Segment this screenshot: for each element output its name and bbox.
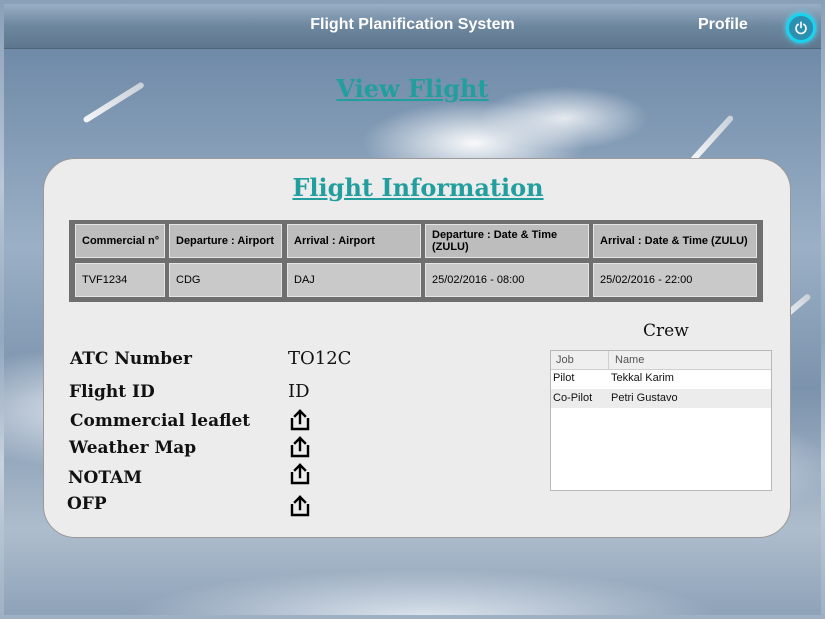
table-header-cell: Arrival : Airport — [287, 224, 421, 258]
profile-link[interactable]: Profile — [698, 16, 748, 34]
crew-job: Pilot — [553, 372, 575, 384]
power-button[interactable] — [786, 13, 816, 43]
table-header-cell: Arrival : Date & Time (ZULU) — [593, 224, 757, 258]
table-cell: DAJ — [287, 263, 421, 297]
section-title: Flight Information — [292, 173, 544, 202]
share-icon[interactable] — [289, 436, 311, 458]
flight-id-label: Flight ID — [69, 382, 155, 402]
table-cell: CDG — [169, 263, 282, 297]
commercial-leaflet-label: Commercial leaflet — [70, 411, 251, 431]
table-cell: 25/02/2016 - 22:00 — [593, 263, 757, 297]
crew-title: Crew — [643, 321, 689, 341]
share-icon[interactable] — [289, 463, 311, 485]
share-icon[interactable] — [289, 495, 311, 517]
crew-table: Job Name Pilot Tekkal Karim Co-Pilot Pet… — [550, 350, 772, 491]
page-title: View Flight — [336, 74, 489, 103]
table-header-cell: Departure : Airport — [169, 224, 282, 258]
crew-table-header: Job Name — [551, 351, 771, 370]
crew-name: Petri Gustavo — [611, 392, 678, 404]
atc-number-value: TO12C — [288, 348, 352, 369]
table-cell: 25/02/2016 - 08:00 — [425, 263, 589, 297]
table-cell: TVF1234 — [75, 263, 165, 297]
crew-header-name[interactable]: Name — [615, 354, 644, 366]
top-bar: Flight Planification System Profile — [4, 4, 821, 49]
share-icon[interactable] — [289, 409, 311, 431]
crew-name: Tekkal Karim — [611, 372, 674, 384]
table-header-cell: Departure : Date & Time (ZULU) — [425, 224, 589, 258]
ofp-label: OFP — [67, 494, 107, 514]
crew-job: Co-Pilot — [553, 392, 593, 404]
crew-header-job[interactable]: Job — [556, 354, 574, 366]
crew-header-divider — [608, 351, 609, 369]
power-icon — [795, 21, 807, 35]
table-header-cell: Commercial n° — [75, 224, 165, 258]
table-row[interactable]: Pilot Tekkal Karim — [551, 370, 771, 389]
atc-number-label: ATC Number — [70, 349, 192, 369]
weather-map-label: Weather Map — [69, 438, 197, 458]
table-row[interactable]: Co-Pilot Petri Gustavo — [551, 389, 771, 408]
flight-table: Commercial n° Departure : Airport Arriva… — [69, 220, 763, 302]
glider-right — [689, 114, 735, 164]
flight-info-panel: Flight Information Commercial n° Departu… — [43, 158, 791, 538]
flight-id-value: ID — [288, 381, 310, 402]
notam-label: NOTAM — [68, 468, 143, 488]
